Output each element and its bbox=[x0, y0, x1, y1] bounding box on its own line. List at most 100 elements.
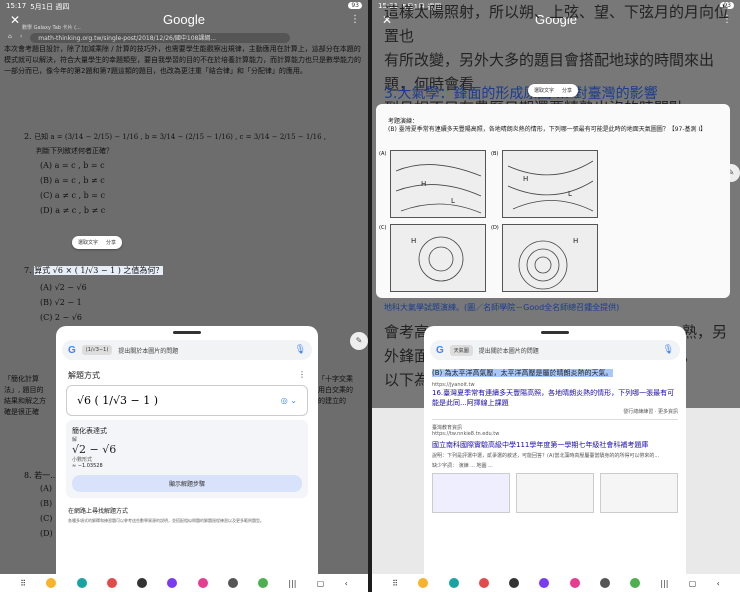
text-line: 用白交乘的 bbox=[318, 386, 353, 394]
result-site-name: 臺灣教育資訊 bbox=[432, 425, 463, 431]
app-icon[interactable] bbox=[539, 578, 550, 588]
lens-search-box[interactable]: G (1/√3−1) 提出關於本圖片的問題 🎙 bbox=[62, 340, 312, 360]
svg-text:H: H bbox=[421, 180, 426, 188]
isobar-lines: H bbox=[518, 237, 578, 290]
weather-map: (A) HL bbox=[379, 150, 486, 218]
map-label: (B) bbox=[491, 151, 499, 157]
share-button[interactable]: 分享 bbox=[106, 239, 116, 246]
result-link[interactable]: 16.臺灣夏季常有連續多天豐陽高照，各地晴朗炎熱的情形，下列哪一張最有可能是此同… bbox=[432, 388, 678, 408]
more-info-link[interactable]: 更多資訊 bbox=[658, 409, 678, 415]
svg-text:L: L bbox=[568, 190, 572, 198]
search-result[interactable]: 臺灣教育資訊 https://tw.nnkie8.tn.edu.tw 國立南科國… bbox=[432, 424, 678, 513]
app-icon[interactable] bbox=[106, 578, 117, 588]
search-result[interactable]: https://jyanoit.tw 16.臺灣夏季常有連續多天豐陽高照，各地晴… bbox=[432, 382, 678, 420]
q7-number: 7. bbox=[24, 266, 32, 275]
query-image-thumb[interactable]: (1/√3−1) bbox=[81, 345, 113, 355]
more-options-icon[interactable]: ⋮ bbox=[350, 14, 360, 25]
result-image[interactable] bbox=[432, 473, 510, 513]
app-icon[interactable] bbox=[448, 578, 459, 588]
app-icon[interactable] bbox=[76, 578, 87, 588]
q7-stem: 算式 √6 × ( 1/√3 − 1 ) 之值為何？ bbox=[34, 266, 164, 275]
text-selection-chip: 選取文字 分享 bbox=[528, 84, 579, 97]
show-steps-button[interactable]: 顯示解題步驟 bbox=[72, 475, 302, 492]
app-icon[interactable] bbox=[137, 578, 148, 588]
article-intro: 本次會考題目設計，除了加減乘除 / 計算的技巧外，也需要學生能觀察出規律，主動應… bbox=[4, 45, 361, 75]
app-drawer-icon[interactable]: ⠿ bbox=[20, 579, 26, 588]
option: (A) √2 − √6 bbox=[40, 283, 87, 292]
taskbar-right: ⠿ ||| ▢ ‹ bbox=[372, 574, 740, 592]
question-7: 7. 算式 √6 × ( 1/√3 − 1 ) 之值為何？ (A) √2 − √… bbox=[24, 265, 164, 325]
recents-icon[interactable]: ||| bbox=[660, 579, 668, 588]
app-icon[interactable] bbox=[630, 578, 641, 588]
side-text-left: 「簡化計算 法」, 題目的 結果和解之方 確是很正確 bbox=[4, 374, 46, 418]
url-field[interactable]: math-thinking.org.tw/single-post/2018/12… bbox=[30, 33, 291, 43]
isobar-lines: H bbox=[411, 236, 464, 282]
lens-sheet: G (1/√3−1) 提出關於本圖片的問題 🎙 解題方式 ⋮ √6 ( 1/√3… bbox=[56, 326, 318, 574]
expression-card[interactable]: √6 ( 1/√3 − 1 ) ◎ ⌄ bbox=[66, 385, 308, 416]
svg-text:H: H bbox=[411, 237, 416, 245]
option: (B) a = c , b ≠ c bbox=[40, 176, 105, 185]
article-bottom-right: 熟，另 ， bbox=[682, 320, 730, 368]
sheet-drag-handle[interactable] bbox=[173, 331, 201, 334]
isobar-lines: HL bbox=[507, 160, 594, 212]
crop-question: (B) 臺灣夏季常有連續多天豐陽高照，各地晴朗炎熱的情形，下列哪一張最有可能是此… bbox=[388, 126, 707, 133]
edit-icon[interactable]: ✎ bbox=[350, 332, 368, 350]
app-drawer-icon[interactable]: ⠿ bbox=[392, 579, 398, 588]
option: (C) 2 − √6 bbox=[40, 313, 82, 322]
image-crop-selection[interactable]: 考題演練： (B) 臺灣夏季常有連續多天豐陽高照，各地晴朗炎熱的情形，下列哪一張… bbox=[376, 104, 730, 298]
weather-maps: (A) HL (B) HL (C) H (D) H bbox=[379, 150, 598, 292]
result-image[interactable] bbox=[516, 473, 594, 513]
result-site: https://tw.nnkie8.tn.edu.tw bbox=[432, 431, 500, 437]
result-images bbox=[432, 473, 678, 513]
back-button-icon[interactable]: ‹ bbox=[345, 579, 348, 588]
text-line: 結果和解之方 bbox=[4, 397, 46, 405]
app-icon[interactable] bbox=[167, 578, 178, 588]
section-title: 解題方式 bbox=[68, 371, 100, 380]
app-icon[interactable] bbox=[46, 578, 57, 588]
missing-terms: 缺少字詞： 演練 ... 地圖 ... bbox=[432, 463, 493, 469]
feedback-link[interactable]: 發行總練練習 bbox=[623, 409, 653, 415]
home-button-icon[interactable]: ▢ bbox=[689, 579, 697, 588]
option: (A) a = c , b = c bbox=[40, 161, 105, 170]
app-icon[interactable] bbox=[197, 578, 208, 588]
sheet-drag-handle[interactable] bbox=[541, 331, 569, 334]
home-button-icon[interactable]: ▢ bbox=[317, 579, 325, 588]
app-icon[interactable] bbox=[418, 578, 429, 588]
isobar-lines: HL bbox=[395, 164, 482, 214]
back-icon[interactable]: ‹ bbox=[20, 33, 22, 43]
result-actions: 發行總練練習 · 更多資訊 bbox=[623, 409, 678, 415]
figure-caption: 地科大氣學試題演練。(圖／名師學院－Good全名師總召鍾全提供) bbox=[384, 303, 620, 312]
lens-icon[interactable]: ◎ ⌄ bbox=[281, 396, 297, 405]
status-time: 15:17 bbox=[6, 2, 27, 10]
web-solutions-sub: 各種多項式的解釋和練習題可以參考這些數學資源的說明，並搭配相似問題的解題過程練習… bbox=[68, 518, 264, 523]
app-icon[interactable] bbox=[258, 578, 269, 588]
text-line: 確是很正確 bbox=[4, 408, 39, 416]
home-icon[interactable]: ⌂ bbox=[8, 33, 12, 43]
copy-text-button[interactable]: 選取文字 bbox=[78, 239, 98, 246]
text-line: 「簡化計算 bbox=[4, 375, 39, 383]
solution-label: 解 bbox=[72, 437, 78, 443]
text-line: ， bbox=[682, 347, 698, 365]
result-image[interactable] bbox=[600, 473, 678, 513]
copy-text-button[interactable]: 選取文字 bbox=[534, 87, 554, 94]
lens-search-box[interactable]: G 天氣圖 提出關於本圖片的問題 🎙 bbox=[430, 340, 680, 360]
result-link[interactable]: 國立南科國際實驗高級中學111學年度第一學期七年級社會科補考題庫 bbox=[432, 440, 678, 450]
recents-icon[interactable]: ||| bbox=[288, 579, 296, 588]
settings-icon[interactable] bbox=[227, 578, 238, 588]
app-icon[interactable] bbox=[569, 578, 580, 588]
more-options-icon[interactable]: ⋮ bbox=[298, 370, 306, 381]
text-selection-chip: 選取文字 分享 bbox=[72, 236, 123, 249]
query-image-thumb[interactable]: 天氣圖 bbox=[449, 344, 473, 356]
settings-icon[interactable] bbox=[599, 578, 610, 588]
lens-sheet: G 天氣圖 提出關於本圖片的問題 🎙 (B) 為太平洋高氣壓，太平洋高壓是屬於晴… bbox=[424, 326, 686, 574]
text-line: 法」, 題目的 bbox=[4, 386, 44, 394]
mic-icon[interactable]: 🎙 bbox=[663, 345, 674, 355]
web-solutions-title: 在網路上尋找解題方式 bbox=[68, 508, 129, 515]
address-bar: ⌂ ‹ math-thinking.org.tw/single-post/201… bbox=[0, 31, 368, 45]
app-icon[interactable] bbox=[509, 578, 520, 588]
mic-icon[interactable]: 🎙 bbox=[295, 345, 306, 355]
share-button[interactable]: 分享 bbox=[562, 87, 572, 94]
app-icon[interactable] bbox=[478, 578, 489, 588]
result-exact: √2 − √6 bbox=[72, 443, 117, 456]
back-button-icon[interactable]: ‹ bbox=[717, 579, 720, 588]
